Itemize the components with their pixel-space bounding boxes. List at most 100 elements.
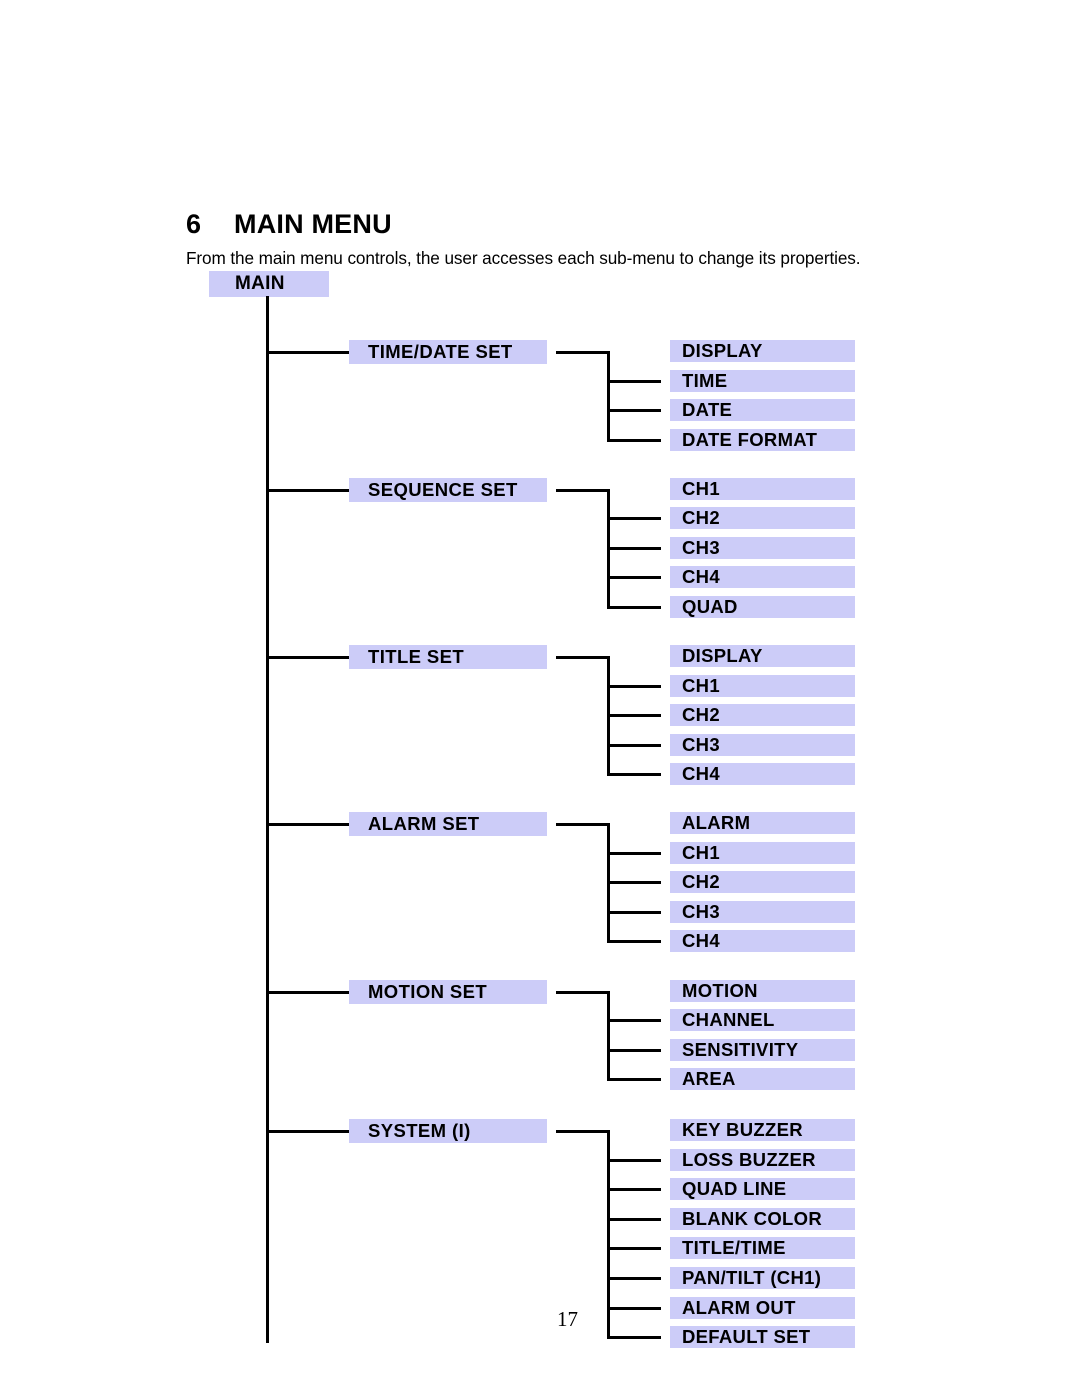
tree-node-l2-4-0-label: MOTION	[682, 980, 758, 1001]
tree-node-l2-4-2[interactable]: SENSITIVITY	[670, 1039, 855, 1061]
tree-branch-connector-1	[266, 489, 349, 492]
tree-node-l2-2-2[interactable]: CH2	[670, 704, 855, 726]
tree-node-l2-0-3[interactable]: DATE FORMAT	[670, 429, 855, 451]
tree-node-l2-2-0-label: DISPLAY	[682, 645, 763, 666]
tree-leaf-connector-3-3	[607, 911, 661, 914]
tree-node-l2-5-4[interactable]: TITLE/TIME	[670, 1237, 855, 1259]
tree-node-l2-5-4-label: TITLE/TIME	[682, 1237, 786, 1258]
tree-trunk-line	[266, 296, 269, 1343]
tree-branch-connector-4	[266, 991, 349, 994]
tree-leaf-connector-5-3	[607, 1218, 661, 1221]
tree-leaf-connector-3-2	[607, 881, 661, 884]
tree-node-l2-2-3-label: CH3	[682, 734, 720, 755]
tree-node-l2-1-2-label: CH3	[682, 537, 720, 558]
tree-node-l2-3-2-label: CH2	[682, 871, 720, 892]
tree-leaf-connector-2-1	[607, 685, 661, 688]
tree-branch-connector-5	[266, 1130, 349, 1133]
tree-leaf-connector-2-3	[607, 744, 661, 747]
tree-leaf-connector-5-1	[607, 1159, 661, 1162]
tree-node-l2-0-1[interactable]: TIME	[670, 370, 855, 392]
tree-leaf-connector-5-7	[607, 1336, 661, 1339]
tree-node-l2-0-0[interactable]: DISPLAY	[670, 340, 855, 362]
tree-node-l2-2-4-label: CH4	[682, 763, 720, 784]
tree-node-l2-3-0-label: ALARM	[682, 812, 751, 833]
tree-node-l2-1-3[interactable]: CH4	[670, 566, 855, 588]
tree-node-l2-4-3-label: AREA	[682, 1068, 736, 1089]
tree-node-l2-5-6-label: ALARM OUT	[682, 1297, 796, 1318]
tree-node-l2-1-4[interactable]: QUAD	[670, 596, 855, 618]
tree-leaf-connector-1-1	[607, 517, 661, 520]
tree-node-l2-2-3[interactable]: CH3	[670, 734, 855, 756]
tree-node-l1-5-label: SYSTEM (I)	[368, 1120, 471, 1141]
tree-leaf-connector-1-2	[607, 547, 661, 550]
tree-node-l2-5-0[interactable]: KEY BUZZER	[670, 1119, 855, 1141]
tree-node-l2-5-2[interactable]: QUAD LINE	[670, 1178, 855, 1200]
tree-leaf-connector-0-1	[607, 380, 661, 383]
tree-node-l2-4-3[interactable]: AREA	[670, 1068, 855, 1090]
tree-leaf-connector-1-3	[607, 576, 661, 579]
tree-sub-connector-1	[556, 489, 610, 492]
tree-node-l2-2-4[interactable]: CH4	[670, 763, 855, 785]
tree-node-l2-4-2-label: SENSITIVITY	[682, 1039, 799, 1060]
tree-node-l2-3-3[interactable]: CH3	[670, 901, 855, 923]
tree-node-l2-4-1[interactable]: CHANNEL	[670, 1009, 855, 1031]
tree-sub-connector-5	[556, 1130, 610, 1133]
tree-node-l1-3[interactable]: ALARM SET	[349, 812, 547, 836]
tree-node-l1-1-label: SEQUENCE SET	[368, 478, 518, 500]
tree-node-l2-5-3[interactable]: BLANK COLOR	[670, 1208, 855, 1230]
tree-node-l2-5-3-label: BLANK COLOR	[682, 1208, 822, 1229]
tree-branch-connector-2	[266, 656, 349, 659]
tree-node-l2-2-0[interactable]: DISPLAY	[670, 645, 855, 667]
tree-node-l1-2-label: TITLE SET	[368, 646, 465, 667]
tree-leaf-connector-4-2	[607, 1049, 661, 1052]
tree-leaf-connector-5-6	[607, 1307, 661, 1310]
tree-node-l2-3-4[interactable]: CH4	[670, 930, 855, 952]
tree-node-l2-3-0[interactable]: ALARM	[670, 812, 855, 834]
tree-node-l1-2[interactable]: TITLE SET	[349, 645, 547, 669]
tree-leaf-connector-5-2	[607, 1188, 661, 1191]
tree-node-l2-2-2-label: CH2	[682, 704, 720, 725]
tree-node-l1-5[interactable]: SYSTEM (I)	[349, 1119, 547, 1143]
tree-leaf-connector-0-3	[607, 439, 661, 442]
tree-node-l1-3-label: ALARM SET	[368, 813, 480, 834]
tree-leaf-connector-5-5	[607, 1277, 661, 1280]
tree-node-l2-4-0[interactable]: MOTION	[670, 980, 855, 1002]
tree-node-l2-0-2[interactable]: DATE	[670, 399, 855, 421]
tree-node-l2-5-7[interactable]: DEFAULT SET	[670, 1326, 855, 1348]
tree-node-l2-5-1[interactable]: LOSS BUZZER	[670, 1149, 855, 1171]
tree-node-l2-3-2[interactable]: CH2	[670, 871, 855, 893]
tree-node-l1-4[interactable]: MOTION SET	[349, 979, 547, 1004]
tree-node-l2-1-1[interactable]: CH2	[670, 507, 855, 529]
tree-node-l2-5-2-label: QUAD LINE	[682, 1178, 787, 1199]
tree-node-l2-1-2[interactable]: CH3	[670, 537, 855, 559]
tree-node-l2-0-3-label: DATE FORMAT	[682, 429, 818, 450]
tree-node-l1-0-label: TIME/DATE SET	[368, 341, 513, 362]
tree-node-root-label: MAIN	[235, 273, 285, 294]
tree-node-l2-0-0-label: DISPLAY	[682, 340, 763, 361]
tree-node-l2-2-1-label: CH1	[682, 675, 720, 696]
tree-node-l2-5-5[interactable]: PAN/TILT (CH1)	[670, 1267, 855, 1289]
tree-node-l2-1-0[interactable]: CH1	[670, 478, 855, 500]
tree-leaf-connector-1-4	[607, 606, 661, 609]
tree-node-l2-3-4-label: CH4	[682, 930, 720, 951]
tree-branch-connector-3	[266, 823, 349, 826]
tree-leaf-connector-0-2	[607, 409, 661, 412]
main-menu-tree-diagram: MAIN TIME/DATE SET DISPLAY TIME DATE DATE FOR…	[0, 0, 1080, 1397]
tree-node-root[interactable]: MAIN	[209, 271, 329, 297]
tree-node-l2-3-1[interactable]: CH1	[670, 842, 855, 864]
tree-node-l2-5-1-label: LOSS BUZZER	[682, 1149, 816, 1170]
tree-sub-connector-0	[556, 351, 610, 354]
tree-leaf-connector-3-4	[607, 940, 661, 943]
tree-node-l1-1[interactable]: SEQUENCE SET	[349, 477, 547, 502]
tree-node-l2-5-7-label: DEFAULT SET	[682, 1326, 811, 1347]
tree-node-l2-3-3-label: CH3	[682, 901, 720, 922]
tree-node-l2-5-5-label: PAN/TILT (CH1)	[682, 1267, 822, 1288]
tree-node-l1-4-label: MOTION SET	[368, 980, 488, 1002]
page-number: 17	[557, 1307, 578, 1331]
tree-node-l1-0[interactable]: TIME/DATE SET	[349, 340, 547, 364]
tree-node-l2-2-1[interactable]: CH1	[670, 675, 855, 697]
tree-node-l2-5-6[interactable]: ALARM OUT	[670, 1297, 855, 1319]
tree-node-l2-1-0-label: CH1	[682, 478, 720, 499]
tree-node-l2-0-1-label: TIME	[682, 370, 728, 391]
tree-leaf-connector-4-3	[607, 1078, 661, 1081]
